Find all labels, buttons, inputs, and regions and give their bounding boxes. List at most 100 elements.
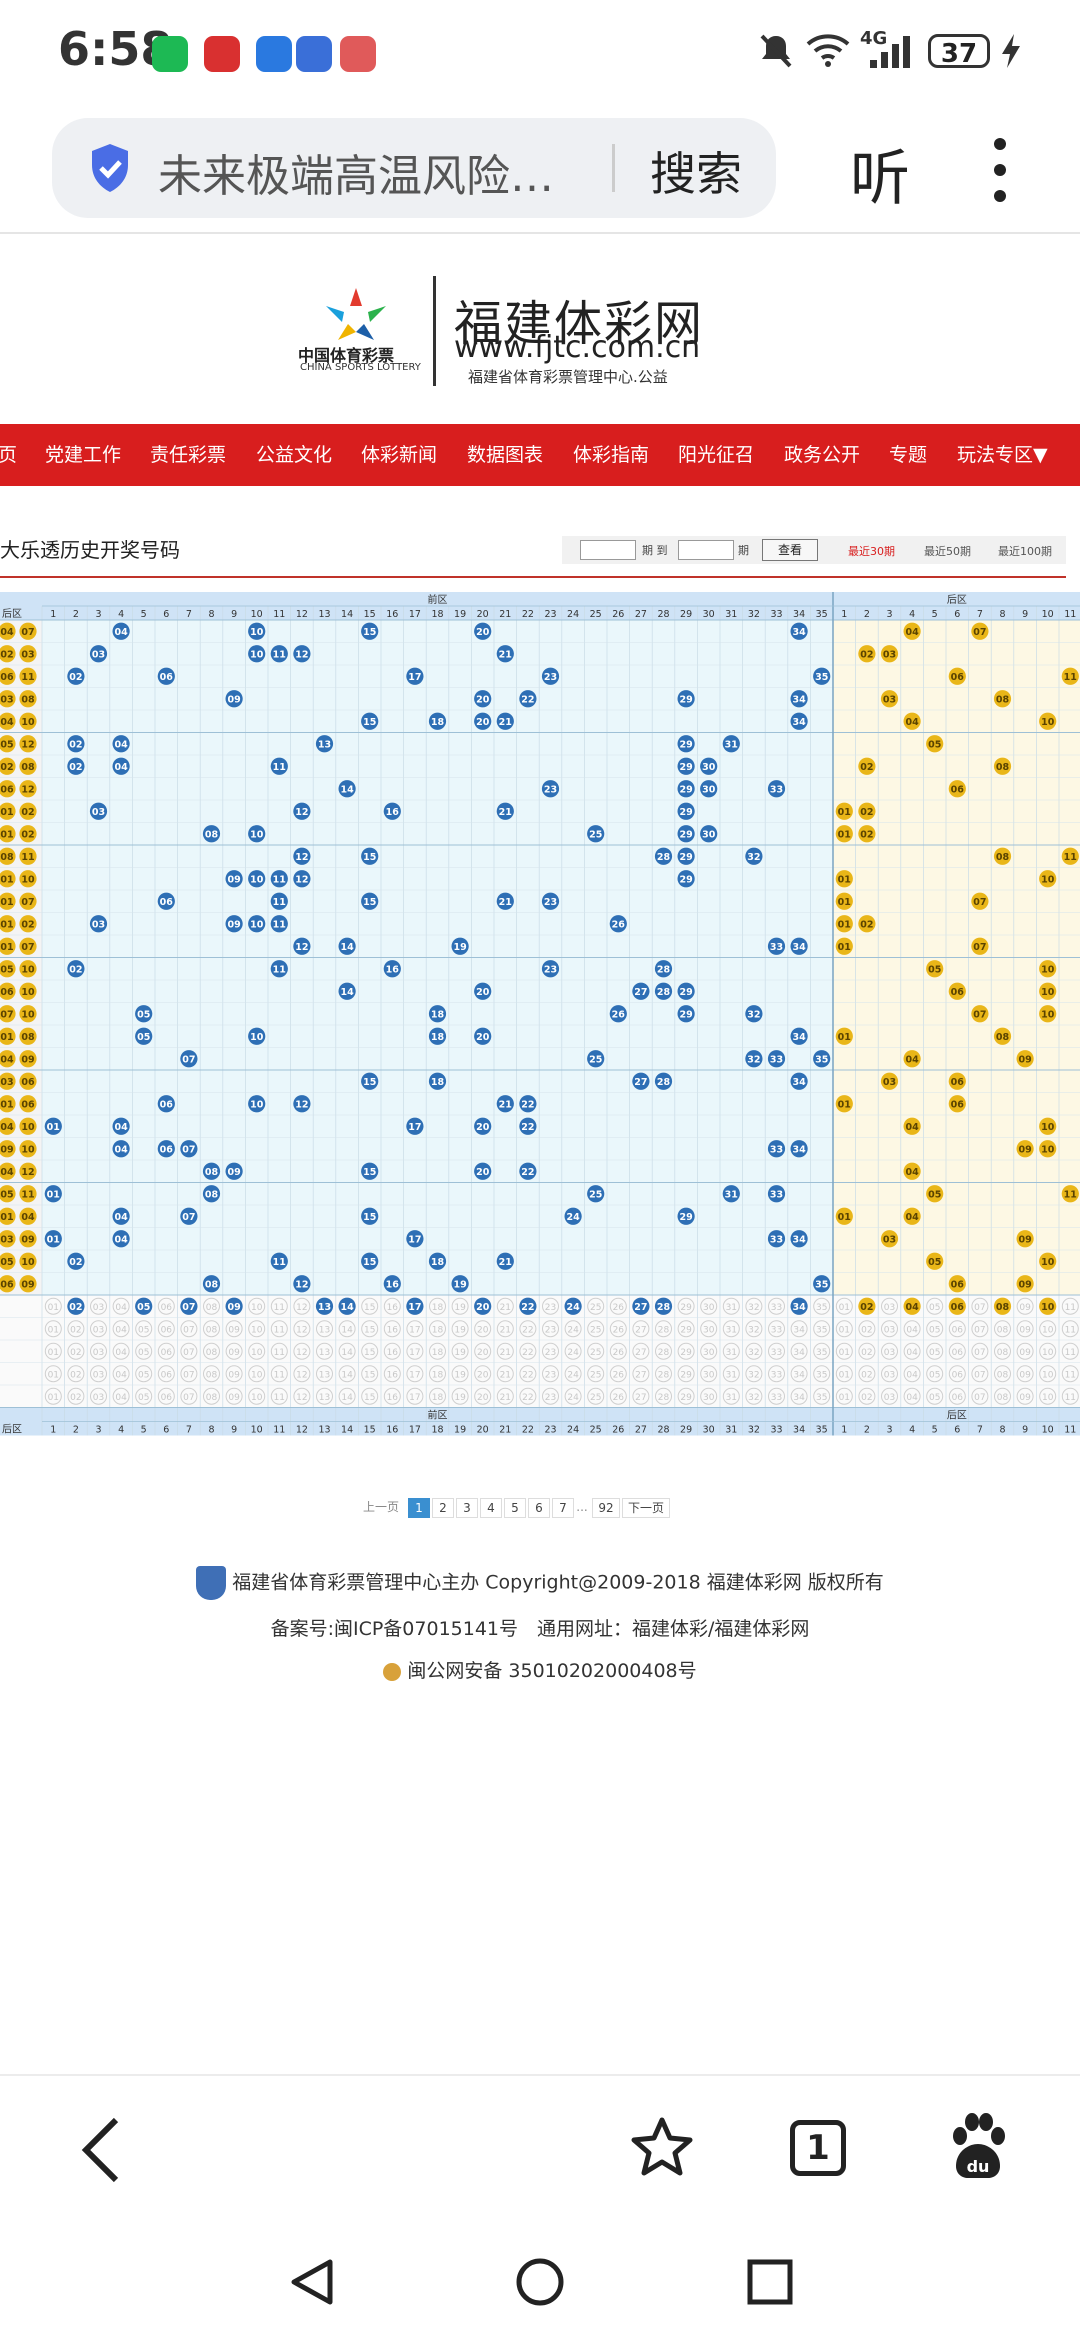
address-bar[interactable]: 未来极端高温风险… 搜索 xyxy=(52,118,776,218)
select-ball-label: 09 xyxy=(228,1393,240,1403)
front-ball-label: 09 xyxy=(227,919,240,930)
search-button[interactable]: 搜索 xyxy=(650,138,742,204)
tick-label-front: 31 xyxy=(725,1425,737,1436)
nav-item[interactable]: 体彩指南 xyxy=(573,440,649,467)
pager-page[interactable]: 5 xyxy=(504,1498,526,1518)
select-ball-label: 08 xyxy=(206,1303,218,1313)
tab-recent-100[interactable]: 最近100期 xyxy=(998,543,1052,559)
back-ball-label: 02 xyxy=(860,919,873,930)
select-ball-label: 06 xyxy=(161,1303,173,1313)
front-ball-label: 34 xyxy=(792,1032,806,1043)
divider xyxy=(0,2074,1080,2076)
pager-page[interactable]: 3 xyxy=(456,1498,478,1518)
nav-item[interactable]: 责任彩票 xyxy=(150,440,226,467)
period-filter: 期 到 期 查看 最近30期 最近50期 最近100期 xyxy=(562,536,1066,564)
select-ball-label: 02 xyxy=(861,1325,872,1335)
select-ball-label: 27 xyxy=(635,1370,646,1380)
front-ball-label: 33 xyxy=(770,1234,783,1245)
select-ball-label: 21 xyxy=(500,1325,511,1335)
more-menu-icon[interactable] xyxy=(990,138,1010,202)
address-text[interactable]: 未来极端高温风险… xyxy=(158,140,554,204)
select-ball-label: 08 xyxy=(206,1348,218,1358)
select-ball-label: 09 xyxy=(1019,1348,1031,1358)
front-ball-label: 13 xyxy=(318,739,331,750)
select-back-ball-label: 10 xyxy=(1041,1302,1055,1313)
select-ball-label: 22 xyxy=(522,1348,533,1358)
select-ball-label: 32 xyxy=(748,1303,759,1313)
select-ball-label: 17 xyxy=(409,1325,420,1335)
front-ball-label: 33 xyxy=(770,1144,783,1155)
front-ball-label: 08 xyxy=(205,829,219,840)
tabs-count-button[interactable]: 1 xyxy=(790,2120,846,2176)
back-ball-label: 06 xyxy=(951,672,965,683)
baidu-paw-icon[interactable]: du xyxy=(946,2112,1010,2182)
pager-prev[interactable]: 上一页 xyxy=(360,1498,402,1516)
select-ball-label: 18 xyxy=(432,1325,444,1335)
front-ball-label: 18 xyxy=(431,1032,445,1043)
pager-page[interactable]: 6 xyxy=(528,1498,550,1518)
front-ball-label: 29 xyxy=(679,874,692,885)
nav-item[interactable]: 政务公开 xyxy=(784,440,860,467)
pager-page[interactable]: 7 xyxy=(552,1498,574,1518)
system-recents-icon[interactable] xyxy=(746,2258,794,2306)
back-icon[interactable] xyxy=(78,2116,126,2184)
select-ball-label: 08 xyxy=(997,1348,1009,1358)
pager-page[interactable]: 1 xyxy=(408,1498,430,1518)
tab-recent-30[interactable]: 最近30期 xyxy=(848,543,895,559)
front-ball-label: 08 xyxy=(205,1189,219,1200)
front-ball-label: 03 xyxy=(92,649,105,660)
select-ball-label: 05 xyxy=(929,1325,940,1335)
select-ball-label: 27 xyxy=(635,1393,646,1403)
nav-item[interactable]: 体彩新闻 xyxy=(361,440,437,467)
issue-back-ball-label: 02 xyxy=(21,807,34,818)
tick-label-front: 25 xyxy=(590,1425,602,1436)
pager-page-last[interactable]: 92 xyxy=(592,1498,620,1518)
select-ball-label: 02 xyxy=(70,1348,81,1358)
front-ball-label: 26 xyxy=(612,1009,626,1020)
period-from-input[interactable] xyxy=(580,540,636,560)
tick-label-front: 10 xyxy=(251,609,263,620)
nav-item[interactable]: 专题 xyxy=(889,440,927,467)
favorite-star-icon[interactable] xyxy=(628,2114,696,2182)
nav-item[interactable]: 阳光征召 xyxy=(678,440,754,467)
select-front-ball-label: 05 xyxy=(137,1302,150,1313)
issue-back-ball-label: 04 xyxy=(0,1122,14,1133)
tab-recent-50[interactable]: 最近50期 xyxy=(924,543,971,559)
org-badge-icon xyxy=(196,1566,227,1600)
issue-back-ball-label: 01 xyxy=(0,919,13,930)
front-ball-label: 16 xyxy=(386,807,400,818)
select-ball-label: 25 xyxy=(590,1348,601,1358)
front-ball-label: 30 xyxy=(702,762,716,773)
back-ball-label: 10 xyxy=(1041,1122,1055,1133)
select-ball-label: 23 xyxy=(545,1303,556,1313)
tick-label-front: 26 xyxy=(612,609,624,620)
pager-next[interactable]: 下一页 xyxy=(622,1498,670,1518)
back-ball-label: 09 xyxy=(1018,1234,1031,1245)
select-ball-label: 01 xyxy=(839,1303,850,1313)
system-back-icon[interactable] xyxy=(286,2256,338,2308)
back-ball-label: 01 xyxy=(838,897,851,908)
nav-item[interactable]: 页 xyxy=(0,440,17,467)
tick-label-front: 8 xyxy=(208,1425,214,1436)
tick-label-front: 16 xyxy=(386,1425,398,1436)
pager-page[interactable]: 2 xyxy=(432,1498,454,1518)
nav-item[interactable]: 玩法专区▼ xyxy=(957,440,1048,467)
tick-label-front: 3 xyxy=(95,609,101,620)
select-ball-label: 11 xyxy=(1065,1325,1076,1335)
nav-item[interactable]: 公益文化 xyxy=(256,440,332,467)
listen-button[interactable]: 听 xyxy=(850,130,910,217)
tick-label-front: 27 xyxy=(635,1425,647,1436)
front-ball-label: 19 xyxy=(453,942,466,953)
front-ball-label: 17 xyxy=(408,1234,421,1245)
query-button[interactable]: 查看 xyxy=(762,539,818,561)
period-to-input[interactable] xyxy=(678,540,734,560)
front-ball-label: 01 xyxy=(47,1189,60,1200)
back-ball-label: 10 xyxy=(1041,964,1055,975)
tick-label-back: 5 xyxy=(932,1425,938,1436)
system-home-icon[interactable] xyxy=(514,2256,566,2308)
nav-item[interactable]: 数据图表 xyxy=(467,440,543,467)
nav-item[interactable]: 党建工作 xyxy=(45,440,121,467)
pager-page[interactable]: 4 xyxy=(480,1498,502,1518)
back-ball-label: 07 xyxy=(973,942,986,953)
tick-label-front: 33 xyxy=(770,609,782,620)
